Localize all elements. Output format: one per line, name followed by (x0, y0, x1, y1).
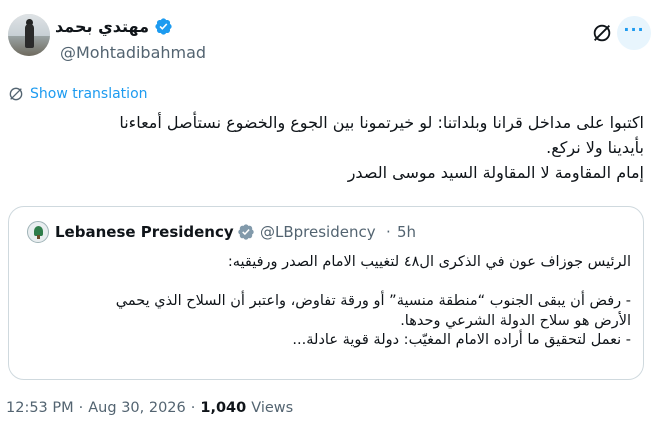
post-date[interactable]: Aug 30, 2026 (88, 400, 186, 416)
quoted-text-line: الأرض هو سلاح الدولة الشرعي وحدها. (400, 312, 631, 329)
tweet-text-line: اكتبوا على مداخل قرانا وبلداتنا: لو خيرت… (119, 113, 644, 132)
tweet-header: مهتدي بحمد @Mohtadibahmad ··· (0, 0, 667, 76)
tweet-footer: 12:53 PM · Aug 30, 2026 · 1,040 Views (6, 400, 293, 416)
verified-badge-icon (238, 224, 254, 240)
more-options-button[interactable]: ··· (617, 16, 651, 50)
quoted-tweet-text: الرئيس جوزاف عون في الذكرى ال٤٨ لتغييب ا… (19, 253, 631, 351)
footer-separator: · (78, 400, 84, 416)
author-handle[interactable]: @Mohtadibahmad (60, 43, 206, 62)
show-translation-link[interactable]: Show translation (8, 86, 148, 102)
post-time[interactable]: 12:53 PM (6, 400, 74, 416)
cedar-trunk-shape (37, 235, 40, 239)
quoted-tweet-card[interactable]: Lebanese Presidency @LBpresidency · 5h ا… (8, 206, 644, 380)
globe-icon (9, 87, 23, 101)
avatar-figure (25, 24, 34, 48)
footer-separator: · (190, 400, 196, 416)
quoted-text-line: - نعمل لتحقيق ما أراده الامام المغيّب: د… (292, 332, 631, 348)
quoted-author-handle: @LBpresidency (260, 223, 376, 241)
quoted-text-line: - رفض أن يبقى الجنوب “منطقة منسية” أو ور… (115, 293, 631, 309)
grok-icon[interactable] (591, 22, 613, 44)
quoted-text-line: الرئيس جوزاف عون في الذكرى ال٤٨ لتغييب ا… (227, 254, 631, 270)
quoted-author-name: Lebanese Presidency (55, 223, 234, 241)
cedar-logo-icon (27, 221, 49, 243)
quoted-separator: · (386, 223, 391, 241)
tweet-text-line: بأيدينا ولا نركع. (546, 138, 644, 157)
views-count: 1,040 (200, 400, 247, 416)
quoted-timestamp: 5h (397, 223, 417, 241)
author-display-name[interactable]: مهتدي بحمد (55, 17, 149, 36)
tweet-text: اكتبوا على مداخل قرانا وبلداتنا: لو خيرت… (16, 110, 644, 185)
avatar[interactable] (8, 14, 50, 56)
views-label: Views (251, 400, 294, 416)
quoted-text-line (19, 273, 631, 293)
verified-badge-icon (155, 18, 172, 35)
show-translation-label: Show translation (30, 86, 148, 102)
more-dots-icon: ··· (623, 20, 645, 39)
tweet-text-line: إمام المقاومة لا المقاولة السيد موسى الص… (347, 163, 644, 182)
